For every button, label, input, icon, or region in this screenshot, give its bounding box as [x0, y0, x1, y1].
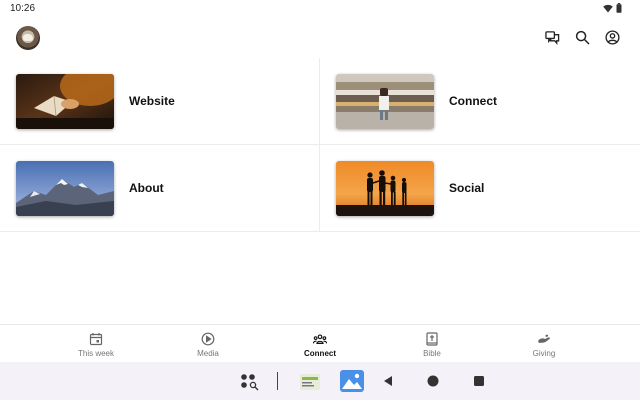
top-app-bar	[0, 18, 640, 58]
nav-connect[interactable]: Connect	[256, 325, 384, 363]
giving-hand-icon	[538, 334, 550, 343]
bible-icon	[426, 332, 438, 346]
tile-website[interactable]: Website	[0, 58, 320, 145]
tile-about[interactable]: About	[0, 145, 320, 232]
search-icon	[575, 30, 589, 44]
nav-label: Connect	[304, 349, 336, 358]
train-platform-photo	[336, 74, 434, 129]
tile-social[interactable]: Social	[320, 145, 640, 232]
top-actions	[544, 29, 620, 45]
mountain-photo	[16, 161, 114, 216]
back-icon[interactable]	[382, 375, 394, 387]
group-icon	[313, 334, 327, 344]
nav-giving[interactable]: Giving	[480, 325, 608, 363]
account-icon	[604, 29, 620, 45]
messages-button[interactable]	[544, 29, 560, 45]
tile-label: Connect	[449, 94, 497, 108]
tile-label: About	[129, 181, 164, 195]
taskbar-divider	[277, 372, 278, 390]
nav-this-week[interactable]: This week	[32, 325, 160, 363]
logo-mark	[23, 34, 33, 41]
wifi-icon	[603, 4, 613, 12]
gallery-app-icon[interactable]	[340, 370, 364, 392]
church-logo[interactable]	[16, 26, 40, 50]
nav-media[interactable]: Media	[144, 325, 272, 363]
account-button[interactable]	[604, 29, 620, 45]
nav-bible[interactable]: Bible	[368, 325, 496, 363]
nav-label: Media	[197, 349, 219, 358]
search-button[interactable]	[574, 29, 590, 45]
pinned-app-icon[interactable]	[300, 374, 320, 390]
nav-label: Giving	[532, 349, 556, 358]
play-circle-icon	[201, 332, 215, 346]
content-grid: Website Connect About Social	[0, 58, 640, 232]
status-time: 10:26	[10, 3, 36, 14]
nav-label: This week	[77, 349, 114, 358]
sunset-silhouettes-photo	[336, 161, 434, 216]
system-indicators	[603, 3, 622, 13]
nav-label: Bible	[423, 349, 441, 358]
bible-reading-photo	[16, 74, 114, 129]
tile-label: Website	[129, 94, 175, 108]
calendar-icon	[89, 333, 103, 346]
app-search-icon[interactable]	[240, 373, 260, 391]
home-icon[interactable]	[427, 375, 439, 387]
chat-icon	[544, 30, 559, 45]
bottom-navigation: This week Media Connect Bible Giving	[0, 324, 640, 362]
system-navigation-bar	[0, 362, 640, 400]
tile-label: Social	[449, 181, 485, 195]
tile-connect[interactable]: Connect	[320, 58, 640, 145]
status-bar: 10:26	[0, 0, 640, 18]
battery-icon	[616, 3, 622, 13]
overview-icon[interactable]	[473, 375, 485, 387]
